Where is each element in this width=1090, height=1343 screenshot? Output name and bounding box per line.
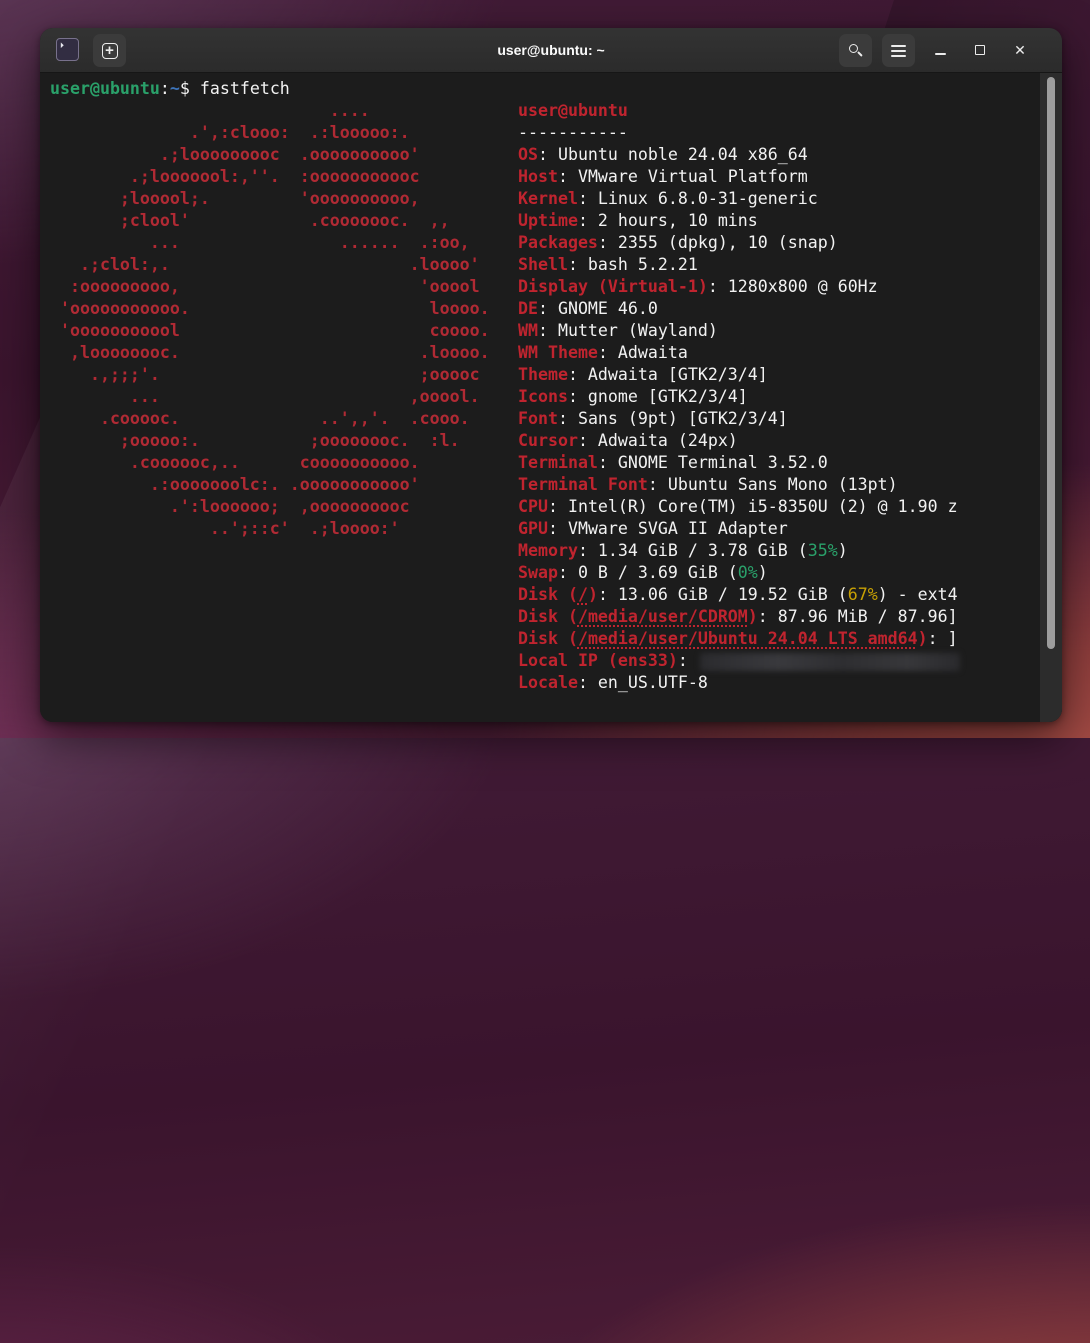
fastfetch-info-line: Memory: 1.34 GiB / 3.78 GiB (35%) xyxy=(518,540,960,562)
search-icon xyxy=(848,43,864,59)
fastfetch-info-line: Terminal Font: Ubuntu Sans Mono (13pt) xyxy=(518,474,960,496)
fastfetch-info-line: WM Theme: Adwaita xyxy=(518,342,960,364)
fastfetch-info-line: Uptime: 2 hours, 10 mins xyxy=(518,210,960,232)
fastfetch-info-line: Cursor: Adwaita (24px) xyxy=(518,430,960,452)
window-headerbar[interactable]: ⏵ + user@ubuntu: ~ ✕ xyxy=(40,28,1062,73)
fastfetch-info-line: Kernel: Linux 6.8.0-31-generic xyxy=(518,188,960,210)
maximize-button[interactable] xyxy=(966,36,994,64)
minimize-button[interactable] xyxy=(926,36,954,64)
fastfetch-info-line: Display (Virtual-1): 1280x800 @ 60Hz xyxy=(518,276,960,298)
fastfetch-info-line: GPU: VMware SVGA II Adapter xyxy=(518,518,960,540)
fastfetch-info-line: ----------- xyxy=(518,122,960,144)
shell-prompt-line: user@ubuntu:~$ fastfetch xyxy=(50,78,290,100)
fastfetch-info-line: Shell: bash 5.2.21 xyxy=(518,254,960,276)
fastfetch-info-line: Disk (/media/user/Ubuntu 24.04 LTS amd64… xyxy=(518,628,960,650)
fastfetch-info-line: Font: Sans (9pt) [GTK2/3/4] xyxy=(518,408,960,430)
fastfetch-info-line: Swap: 0 B / 3.69 GiB (0%) xyxy=(518,562,960,584)
fastfetch-info-line: user@ubuntu xyxy=(518,100,960,122)
fastfetch-info-line: Locale: en_US.UTF-8 xyxy=(518,672,960,694)
fastfetch-info-line: CPU: Intel(R) Core(TM) i5-8350U (2) @ 1.… xyxy=(518,496,960,518)
terminal-screen[interactable]: user@ubuntu:~$ fastfetch .... .',:clooo:… xyxy=(40,73,1062,722)
minimize-icon xyxy=(935,53,946,55)
menu-button[interactable] xyxy=(882,34,915,67)
fastfetch-info-line: Disk (/media/user/CDROM): 87.96 MiB / 87… xyxy=(518,606,960,628)
new-tab-button[interactable]: + xyxy=(93,34,126,67)
terminal-app-icon: ⏵ xyxy=(56,38,79,61)
maximize-icon xyxy=(975,45,985,55)
ubuntu-ascii-logo: .... .',:clooo: .:looooo:. .;looooooooc … xyxy=(50,100,490,540)
fastfetch-info-line: Terminal: GNOME Terminal 3.52.0 xyxy=(518,452,960,474)
prompt-glyph: ⏵ xyxy=(60,42,64,50)
terminal-window: ⏵ + user@ubuntu: ~ ✕ user@ubuntu:~$ fast… xyxy=(40,28,1062,722)
desktop: { "palette": { "red": "#c0242f", "art_re… xyxy=(0,0,1090,738)
fastfetch-info-line: WM: Mutter (Wayland) xyxy=(518,320,960,342)
scrollbar-thumb[interactable] xyxy=(1047,77,1055,649)
hamburger-menu-icon xyxy=(891,45,906,57)
new-tab-plus-icon: + xyxy=(102,43,118,59)
fastfetch-info-line: Local IP (ens33): xyxy=(518,650,960,672)
fastfetch-info-line: Disk (/): 13.06 GiB / 19.52 GiB (67%) - … xyxy=(518,584,960,606)
window-title: user@ubuntu: ~ xyxy=(497,28,604,72)
close-icon: ✕ xyxy=(1014,43,1026,57)
fastfetch-info-line: Icons: gnome [GTK2/3/4] xyxy=(518,386,960,408)
fastfetch-info-column: user@ubuntu-----------OS: Ubuntu noble 2… xyxy=(518,100,960,694)
search-button[interactable] xyxy=(839,34,872,67)
scrollbar-track[interactable] xyxy=(1040,73,1062,722)
fastfetch-info-line: Theme: Adwaita [GTK2/3/4] xyxy=(518,364,960,386)
fastfetch-info-line: Packages: 2355 (dpkg), 10 (snap) xyxy=(518,232,960,254)
fastfetch-info-line: OS: Ubuntu noble 24.04 x86_64 xyxy=(518,144,960,166)
fastfetch-info-line: DE: GNOME 46.0 xyxy=(518,298,960,320)
close-button[interactable]: ✕ xyxy=(1006,36,1034,64)
redacted-ip-value xyxy=(700,653,960,671)
fastfetch-info-line: Host: VMware Virtual Platform xyxy=(518,166,960,188)
